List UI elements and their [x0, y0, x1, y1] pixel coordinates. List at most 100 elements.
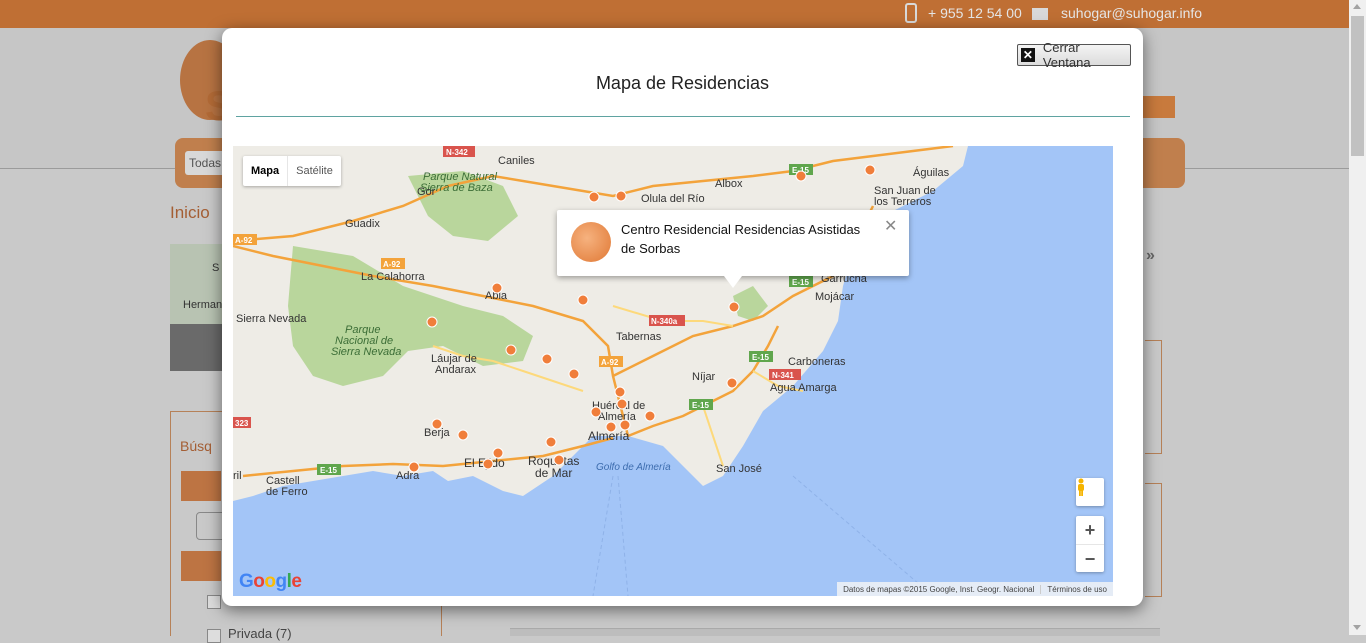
- sidebar-title: Búsq: [180, 438, 212, 454]
- residence-marker: [590, 406, 602, 418]
- place-label: Andarax: [435, 364, 476, 376]
- thumbnail-map: [170, 244, 226, 324]
- place-label: La Calahorra: [361, 271, 425, 283]
- result-card: [1145, 483, 1162, 597]
- thumbnail-map-label: S: [212, 262, 220, 274]
- residence-marker: [726, 377, 738, 389]
- residence-marker: [426, 316, 438, 328]
- residence-marker: [616, 398, 628, 410]
- scroll-down-arrow[interactable]: [1353, 625, 1361, 630]
- thumbnail-map-footer: [170, 324, 226, 371]
- residence-marker: [505, 344, 517, 356]
- zoom-in-button[interactable]: +: [1076, 516, 1104, 545]
- filter-label: Privada (7): [228, 626, 292, 641]
- terms-link[interactable]: Términos de uso: [1040, 584, 1113, 594]
- residence-marker: [795, 170, 807, 182]
- sidebar-accordion[interactable]: [181, 551, 221, 581]
- residence-marker: [864, 164, 876, 176]
- shield-label: E-15: [792, 278, 809, 287]
- shield-label: 323: [235, 419, 249, 428]
- map-type-control: Mapa Satélite: [243, 156, 341, 186]
- residence-marker: [431, 418, 443, 430]
- title-divider: [236, 116, 1130, 117]
- header-strip: [1140, 96, 1175, 118]
- pagination-next[interactable]: »: [1146, 247, 1155, 265]
- residence-marker: [568, 368, 580, 380]
- close-icon: ✕: [1021, 48, 1035, 62]
- pegman-icon: [1078, 478, 1084, 496]
- breadcrumb[interactable]: Inicio: [170, 203, 210, 223]
- phone-icon: [905, 3, 917, 23]
- place-label: Albox: [715, 178, 743, 190]
- shield-label: E-15: [692, 401, 709, 410]
- place-label: Mojácar: [815, 291, 854, 303]
- sidebar-accordion[interactable]: [181, 471, 221, 501]
- scrollbar-thumb[interactable]: [1351, 16, 1364, 156]
- zoom-out-button[interactable]: −: [1076, 545, 1104, 573]
- residence-marker: [588, 191, 600, 203]
- place-label: Águilas: [913, 166, 950, 179]
- info-window: Centro Residencial Residencias Asistidas…: [557, 210, 909, 288]
- residence-marker: [457, 429, 469, 441]
- category-select[interactable]: Todas: [185, 151, 225, 175]
- shield-label: A-92: [383, 260, 401, 269]
- residence-marker: [541, 353, 553, 365]
- place-label: Carboneras: [788, 356, 846, 368]
- place-label: Gor: [417, 186, 436, 198]
- place-label: Sierra Nevada: [331, 346, 401, 358]
- shield-label: N-340a: [651, 317, 678, 326]
- zoom-control: + −: [1076, 516, 1104, 572]
- info-window-title[interactable]: Centro Residencial Residencias Asistidas…: [621, 220, 871, 258]
- place-label: Golfo de Almería: [596, 462, 671, 473]
- place-label: Tabernas: [616, 331, 662, 343]
- residence-marker: [728, 301, 740, 313]
- residence-marker: [619, 419, 631, 431]
- residence-marker: [605, 421, 617, 433]
- place-label: Níjar: [692, 371, 716, 383]
- place-label: Olula del Río: [641, 193, 705, 205]
- attribution-text: Datos de mapas ©2015 Google, Inst. Geogr…: [843, 584, 1035, 594]
- close-window-label: Cerrar Ventana: [1042, 40, 1091, 70]
- google-map[interactable]: N-342 A-92 A-92 E-15 E-15 N-340a A-92 E-…: [233, 146, 1113, 596]
- thumbnail-map-label: Herman: [183, 299, 223, 311]
- modal-title: Mapa de Residencias: [595, 73, 770, 93]
- shield-label: E-15: [752, 353, 769, 362]
- shield-label: N-342: [446, 148, 468, 157]
- place-label: Caniles: [498, 155, 535, 167]
- place-label: de Ferro: [266, 486, 308, 498]
- residence-marker: [615, 190, 627, 202]
- residence-marker: [482, 458, 494, 470]
- top-bar: + 955 12 54 00 suhogar@suhogar.info: [0, 0, 1349, 28]
- residence-marker: [408, 461, 420, 473]
- place-label: Almería: [598, 411, 637, 423]
- street-view-pegman[interactable]: [1076, 478, 1104, 506]
- shield-label: N-341: [772, 371, 794, 380]
- close-icon[interactable]: ✕: [884, 216, 897, 236]
- shield-label: E-15: [320, 466, 337, 475]
- email-link[interactable]: suhogar@suhogar.info: [1061, 5, 1202, 21]
- google-logo[interactable]: Google: [239, 571, 302, 593]
- map-type-map[interactable]: Mapa: [243, 156, 289, 186]
- filter-checkbox[interactable]: [207, 595, 221, 609]
- place-label: los Terreros: [874, 196, 932, 208]
- residence-marker: [553, 454, 565, 466]
- place-label: de Mar: [535, 466, 572, 480]
- residence-marker: [577, 294, 589, 306]
- map-modal: ✕ Cerrar Ventana Mapa de Residencias N-3…: [222, 28, 1143, 606]
- close-window-button[interactable]: ✕ Cerrar Ventana: [1017, 40, 1131, 70]
- map-attribution: Datos de mapas ©2015 Google, Inst. Geogr…: [837, 582, 1113, 596]
- place-label: Agua Amarga: [770, 382, 838, 394]
- residence-marker: [614, 386, 626, 398]
- shield-label: A-92: [235, 236, 253, 245]
- place-label: ril: [233, 470, 242, 482]
- place-label: Guadix: [345, 218, 380, 230]
- residence-marker: [492, 447, 504, 459]
- result-card: [1145, 340, 1162, 454]
- map-type-satellite[interactable]: Satélite: [288, 156, 341, 186]
- residence-marker: [545, 436, 557, 448]
- scroll-up-arrow[interactable]: [1353, 4, 1361, 9]
- filter-checkbox[interactable]: [207, 629, 221, 643]
- mail-icon: [1032, 8, 1048, 20]
- residence-marker: [644, 410, 656, 422]
- phone-number: + 955 12 54 00: [928, 5, 1022, 21]
